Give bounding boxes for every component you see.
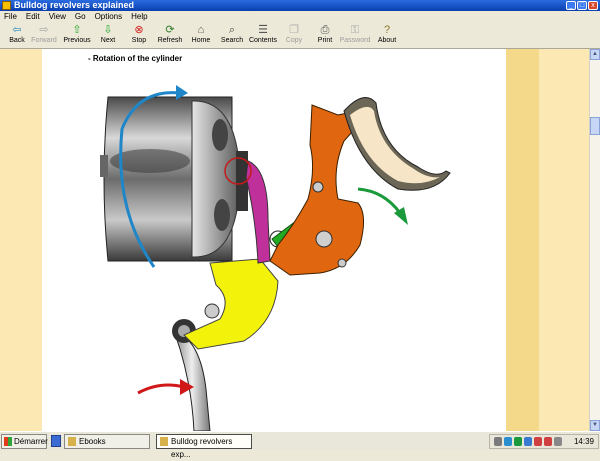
task-bulldog[interactable]: Bulldog revolvers exp... <box>156 434 252 459</box>
clock: 14:39 <box>573 437 594 446</box>
trigger <box>183 258 279 350</box>
start-button[interactable]: Démarrer <box>1 434 48 449</box>
contents-icon: ☰ <box>258 24 268 36</box>
folder-icon <box>68 437 76 446</box>
tray-icon-3[interactable] <box>514 437 522 446</box>
trigger-pull-arrow <box>137 383 185 395</box>
ebook-icon <box>160 437 168 446</box>
refresh-icon: ⟳ <box>165 24 175 36</box>
menu-view[interactable]: View <box>49 11 66 22</box>
maximize-button[interactable]: □ <box>577 1 587 10</box>
password-button[interactable]: ⚿ Password <box>338 23 372 49</box>
taskbar: Démarrer Ebooks Bulldog revolvers exp...… <box>0 431 600 459</box>
tray-icon-1[interactable] <box>494 437 502 446</box>
search-button[interactable]: ⌕ Search <box>215 23 249 49</box>
key-icon: ⚿ <box>350 24 360 36</box>
system-tray: 14:39 <box>489 434 599 449</box>
stop-button[interactable]: ⊗ Stop <box>122 23 156 49</box>
forward-button[interactable]: ⇨ Forward <box>27 23 61 49</box>
scroll-down-button[interactable]: ▼ <box>590 420 600 431</box>
left-margin <box>0 49 42 431</box>
menu-bar: File Edit View Go Options Help <box>0 11 600 22</box>
contents-button[interactable]: ☰ Contents <box>246 23 280 49</box>
copy-button[interactable]: ❐ Copy <box>277 23 311 49</box>
back-arrow-icon: ⇦ <box>12 24 22 36</box>
tray-icon-4[interactable] <box>524 437 532 446</box>
title-bar: Bulldog revolvers explained _ □ x <box>0 0 600 11</box>
right-margin-light <box>539 49 589 431</box>
scroll-up-button[interactable]: ▲ <box>590 49 600 60</box>
close-button[interactable]: x <box>588 1 598 10</box>
about-button[interactable]: ? About <box>370 23 404 49</box>
revolver-mechanism-illustration <box>100 85 451 431</box>
scroll-thumb[interactable] <box>590 117 600 135</box>
menu-help[interactable]: Help <box>131 11 147 22</box>
previous-arrow-icon: ⇧ <box>72 24 82 36</box>
home-button[interactable]: ⌂ Home <box>184 23 218 49</box>
tray-icon-5[interactable] <box>534 437 542 446</box>
hammer-motion-arrow <box>357 187 402 214</box>
tray-icon-2[interactable] <box>504 437 512 446</box>
window-controls: _ □ x <box>566 1 598 10</box>
minimize-button[interactable]: _ <box>566 1 576 10</box>
previous-button[interactable]: ⇧ Previous <box>60 23 94 49</box>
tray-icon-6[interactable] <box>544 437 552 446</box>
document-page: - Rotation of the cylinder <box>42 49 506 431</box>
stop-icon: ⊗ <box>134 24 144 36</box>
content-area: - Rotation of the cylinder ▲ ▼ <box>0 49 600 431</box>
refresh-button[interactable]: ⟳ Refresh <box>153 23 187 49</box>
menu-go[interactable]: Go <box>75 11 86 22</box>
windows-flag-icon <box>4 437 12 446</box>
next-arrow-icon: ⇩ <box>103 24 113 36</box>
copy-icon: ❐ <box>289 24 299 36</box>
menu-file[interactable]: File <box>4 11 17 22</box>
home-icon: ⌂ <box>197 24 205 36</box>
print-icon: ⎙ <box>320 24 330 36</box>
menu-edit[interactable]: Edit <box>26 11 40 22</box>
menu-options[interactable]: Options <box>95 11 123 22</box>
vertical-scrollbar[interactable]: ▲ ▼ <box>589 49 600 431</box>
next-button[interactable]: ⇩ Next <box>91 23 125 49</box>
quick-launch-icon[interactable] <box>51 435 61 447</box>
toolbar: ⇦ Back ⇨ Forward ⇧ Previous ⇩ Next ⊗ Sto… <box>0 22 600 49</box>
app-icon <box>2 1 11 10</box>
about-icon: ? <box>383 24 391 36</box>
right-margin-dark <box>506 49 539 431</box>
search-icon: ⌕ <box>228 24 236 36</box>
volume-icon[interactable] <box>554 437 562 446</box>
print-button[interactable]: ⎙ Print <box>308 23 342 49</box>
window-title: Bulldog revolvers explained <box>14 0 135 10</box>
task-ebooks[interactable]: Ebooks <box>64 434 150 449</box>
forward-arrow-icon: ⇨ <box>39 24 49 36</box>
